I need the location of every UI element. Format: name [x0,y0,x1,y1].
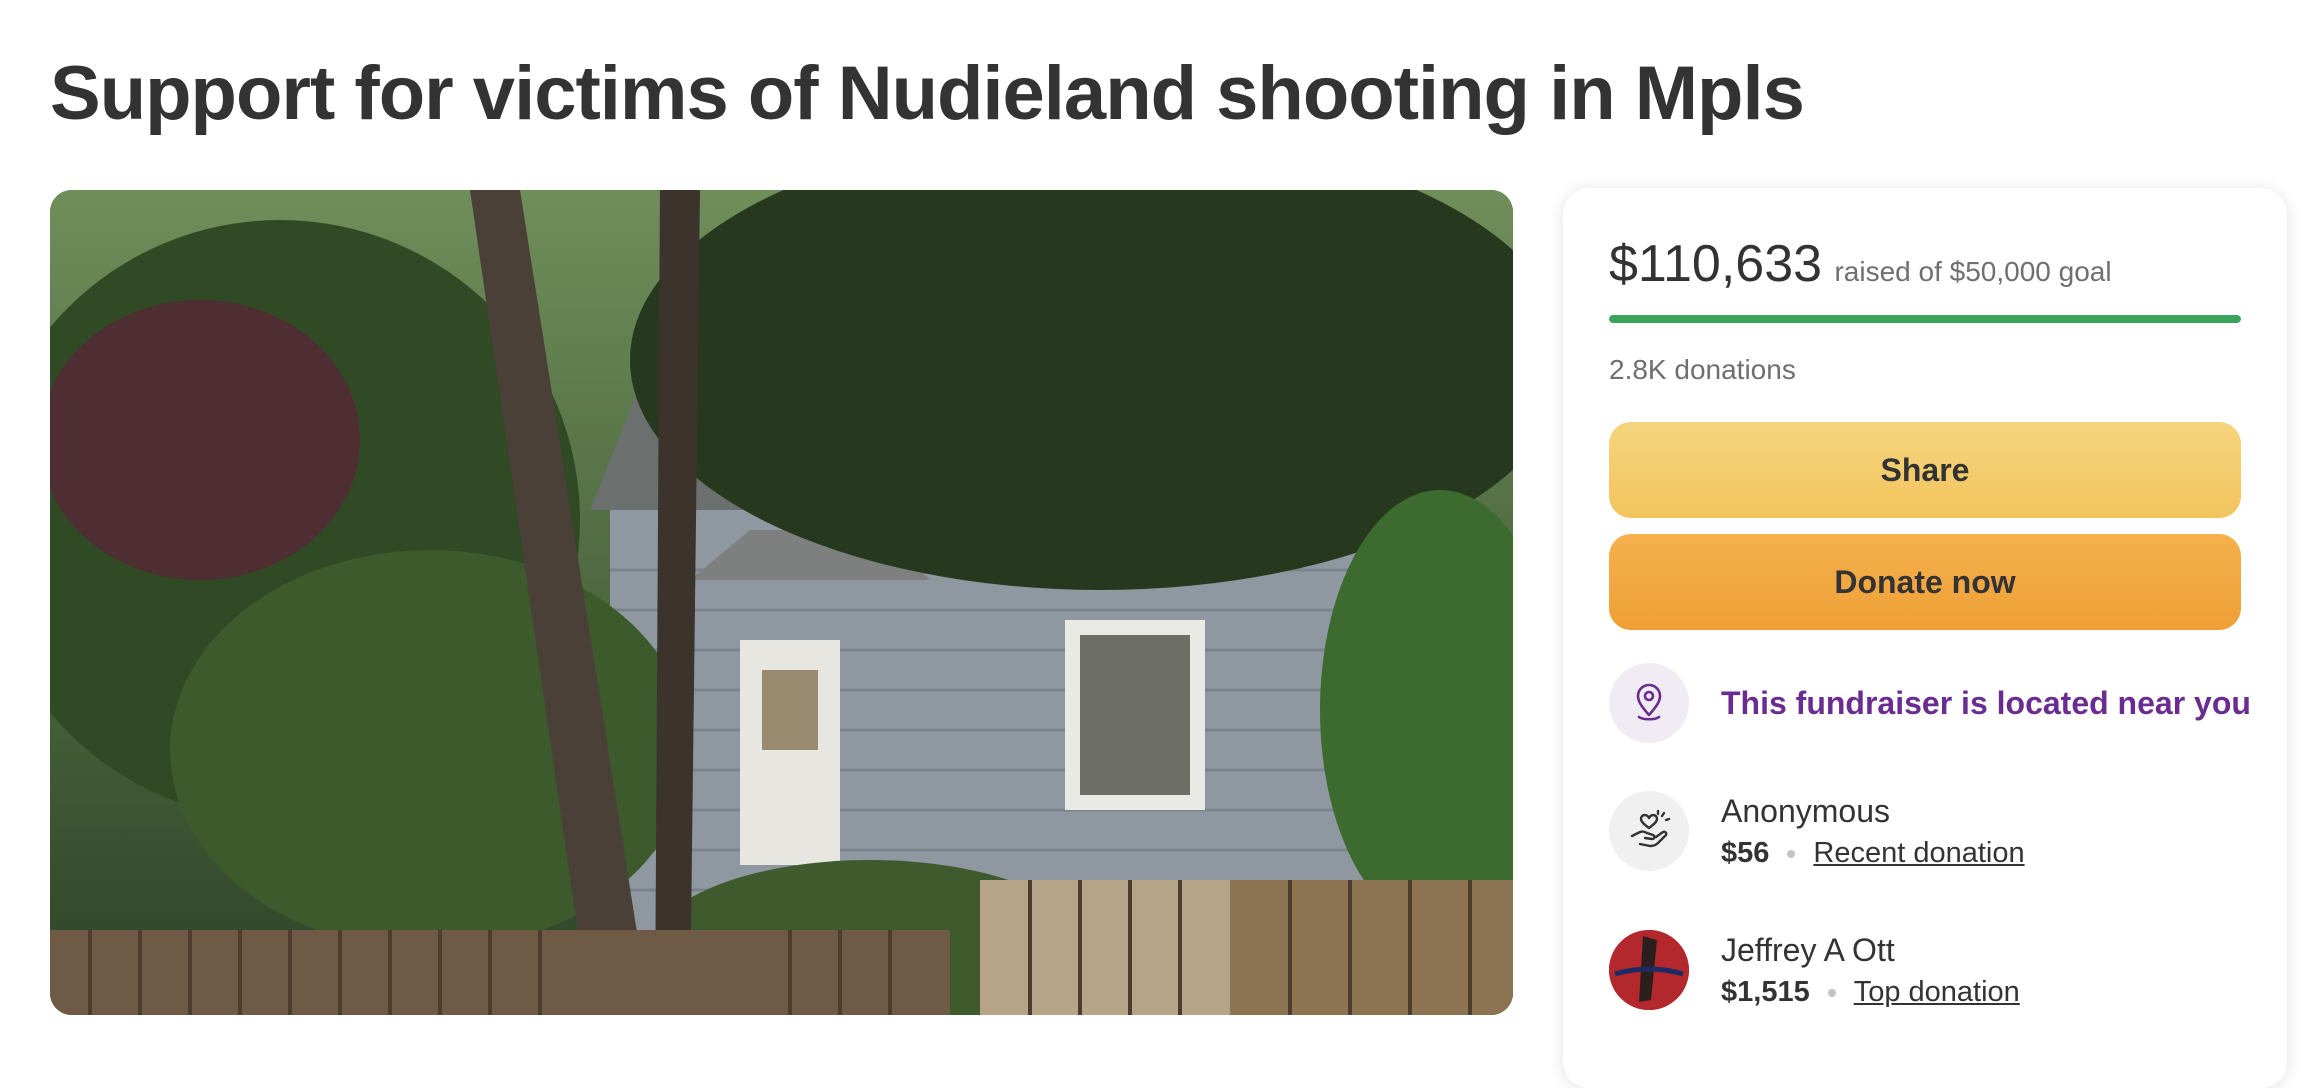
donation-amount: $56 [1721,837,1770,869]
recent-donation-link[interactable]: Recent donation [1813,837,2024,869]
location-pin-icon [1609,663,1689,743]
location-notice: This fundraiser is located near you [1609,663,2251,743]
donation-item: Anonymous $56 Recent donation [1609,791,2249,875]
goal-text: raised of $50,000 goal [1834,256,2112,287]
separator-dot [1827,989,1836,998]
hero-image [50,190,1513,1015]
progress-fill [1609,315,2241,323]
heart-hand-icon [1609,791,1689,871]
top-donation-link[interactable]: Top donation [1854,976,2020,1008]
donor-name: Jeffrey A Ott [1721,932,1895,968]
donation-panel: $110,633 raised of $50,000 goal 2.8K don… [1563,188,2287,1088]
donation-item: Jeffrey A Ott $1,515 Top donation [1609,930,2249,1014]
raised-amount: $110,633 [1609,235,1823,293]
raised-summary: $110,633 raised of $50,000 goal [1609,234,2112,294]
page-title: Support for victims of Nudieland shootin… [50,51,1805,136]
donation-meta: $1,515 Top donation [1721,976,2020,1009]
donor-name: Anonymous [1721,793,1890,829]
avatar [1609,930,1689,1010]
donations-count: 2.8K donations [1609,354,1796,385]
donate-now-button[interactable]: Donate now [1609,534,2241,630]
donation-meta: $56 Recent donation [1721,837,2025,870]
share-button[interactable]: Share [1609,422,2241,518]
separator-dot [1787,850,1796,859]
donation-amount: $1,515 [1721,976,1810,1008]
location-text: This fundraiser is located near you [1721,685,2251,721]
progress-bar [1609,315,2241,323]
